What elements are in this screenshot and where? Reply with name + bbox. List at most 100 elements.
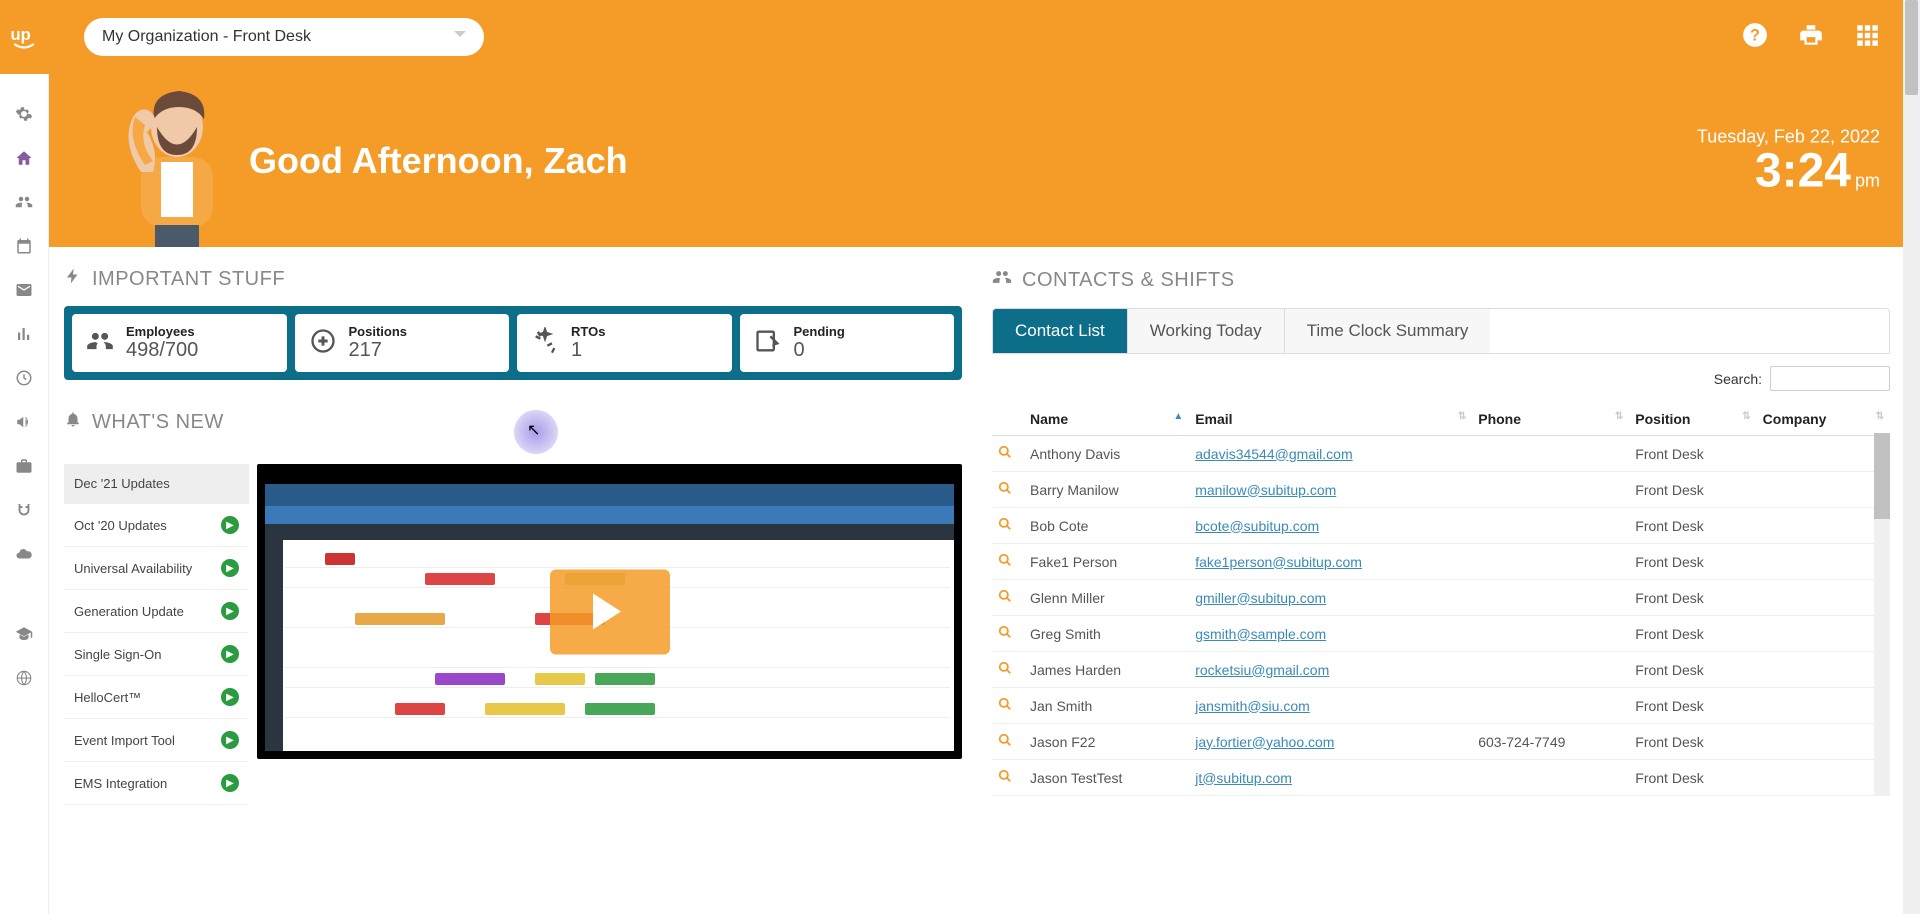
tab-time-clock[interactable]: Time Clock Summary: [1285, 309, 1491, 353]
stat-pending[interactable]: Pending0: [740, 314, 955, 372]
envelope-icon[interactable]: [14, 280, 34, 300]
whatsnew-item[interactable]: Dec '21 Updates: [64, 464, 249, 504]
table-row: Jan Smith jansmith@siu.com Front Desk: [992, 688, 1890, 724]
whatsnew-item[interactable]: Generation Update▶: [64, 590, 249, 633]
magnify-icon[interactable]: [998, 518, 1012, 534]
svg-text:up: up: [11, 26, 31, 44]
bolt-icon: [64, 267, 82, 291]
table-row: Greg Smith gsmith@sample.com Front Desk: [992, 616, 1890, 652]
email-link[interactable]: fake1person@subitup.com: [1195, 554, 1362, 570]
greeting-text: Good Afternoon, Zach: [249, 140, 628, 182]
email-link[interactable]: gmiller@subitup.com: [1195, 590, 1326, 606]
gear-icon[interactable]: [14, 104, 34, 124]
calendar-icon[interactable]: [14, 236, 34, 256]
arrow-icon: ▶: [221, 602, 239, 620]
email-link[interactable]: bcote@subitup.com: [1195, 518, 1319, 534]
sidebar: up: [0, 0, 49, 914]
bell-icon: [64, 410, 82, 434]
logo[interactable]: up: [0, 0, 49, 74]
bullhorn-icon[interactable]: [14, 412, 34, 432]
home-icon[interactable]: [14, 148, 34, 168]
whatsnew-item[interactable]: Single Sign-On▶: [64, 633, 249, 676]
col-position[interactable]: Position⇅: [1629, 403, 1756, 436]
users-icon: [992, 267, 1012, 293]
email-link[interactable]: jay.fortier@yahoo.com: [1195, 734, 1334, 750]
whatsnew-list: Dec '21 UpdatesOct '20 Updates▶Universal…: [64, 464, 249, 805]
chart-icon[interactable]: [14, 324, 34, 344]
stat-rtos[interactable]: RTOs1: [517, 314, 732, 372]
page-scrollbar[interactable]: [1903, 0, 1920, 914]
tab-contact-list[interactable]: Contact List: [993, 309, 1128, 353]
greeting-banner: Good Afternoon, Zach Tuesday, Feb 22, 20…: [49, 74, 1920, 247]
arrow-icon: ▶: [221, 516, 239, 534]
magnify-icon[interactable]: [998, 482, 1012, 498]
magnify-icon[interactable]: [998, 554, 1012, 570]
table-row: Barry Manilow manilow@subitup.com Front …: [992, 472, 1890, 508]
arrow-icon: ▶: [221, 774, 239, 792]
print-icon[interactable]: [1798, 22, 1824, 53]
target-icon: [309, 327, 337, 360]
col-company[interactable]: Company⇅: [1757, 403, 1890, 436]
stat-employees[interactable]: Employees498/700: [72, 314, 287, 372]
svg-text:?: ?: [1750, 26, 1760, 44]
arrow-icon: ▶: [221, 645, 239, 663]
help-icon[interactable]: ?: [1742, 22, 1768, 53]
whatsnew-video[interactable]: [257, 464, 962, 759]
table-scrollbar[interactable]: [1874, 433, 1890, 796]
col-phone[interactable]: Phone⇅: [1472, 403, 1629, 436]
contacts-table: Name▲ Email⇅ Phone⇅ Position⇅ Company⇅ A…: [992, 403, 1890, 796]
magnify-icon[interactable]: [998, 698, 1012, 714]
stat-positions[interactable]: Positions217: [295, 314, 510, 372]
stats-bar: Employees498/700 Positions217 RTOs1 Pend…: [64, 306, 962, 380]
whatsnew-item[interactable]: Universal Availability▶: [64, 547, 249, 590]
globe-icon[interactable]: [14, 668, 34, 688]
table-row: Glenn Miller gmiller@subitup.com Front D…: [992, 580, 1890, 616]
arrow-icon: ▶: [221, 559, 239, 577]
tab-working-today[interactable]: Working Today: [1128, 309, 1285, 353]
top-header: My Organization - Front Desk ?: [49, 0, 1920, 74]
apps-grid-icon[interactable]: [1854, 22, 1880, 53]
table-row: Jason F22 jay.fortier@yahoo.com 603-724-…: [992, 724, 1890, 760]
edit-icon: [754, 327, 782, 360]
table-row: Fake1 Person fake1person@subitup.com Fro…: [992, 544, 1890, 580]
users-icon[interactable]: [14, 192, 34, 212]
magnet-icon[interactable]: [14, 500, 34, 520]
email-link[interactable]: jansmith@siu.com: [1195, 698, 1310, 714]
magnify-icon[interactable]: [998, 590, 1012, 606]
sparkle-icon: [531, 327, 559, 360]
briefcase-icon[interactable]: [14, 456, 34, 476]
search-input[interactable]: [1770, 366, 1890, 391]
whatsnew-item[interactable]: EMS Integration▶: [64, 762, 249, 805]
whatsnew-item[interactable]: Event Import Tool▶: [64, 719, 249, 762]
magnify-icon[interactable]: [998, 734, 1012, 750]
whatsnew-item[interactable]: Oct '20 Updates▶: [64, 504, 249, 547]
graduation-icon[interactable]: [14, 624, 34, 644]
play-icon[interactable]: [550, 569, 670, 654]
table-row: James Harden rocketsiu@gmail.com Front D…: [992, 652, 1890, 688]
col-email[interactable]: Email⇅: [1189, 403, 1472, 436]
email-link[interactable]: manilow@subitup.com: [1195, 482, 1336, 498]
whatsnew-item[interactable]: HelloCert™▶: [64, 676, 249, 719]
magnify-icon[interactable]: [998, 770, 1012, 786]
important-stuff-title: IMPORTANT STUFF: [64, 267, 962, 291]
users-icon: [86, 327, 114, 360]
magnify-icon[interactable]: [998, 662, 1012, 678]
magnify-icon[interactable]: [998, 626, 1012, 642]
email-link[interactable]: rocketsiu@gmail.com: [1195, 662, 1329, 678]
clock-icon[interactable]: [14, 368, 34, 388]
org-selector[interactable]: My Organization - Front Desk: [84, 18, 484, 56]
magnify-icon[interactable]: [998, 446, 1012, 462]
table-row: Bob Cote bcote@subitup.com Front Desk: [992, 508, 1890, 544]
table-row: Jason TestTest jt@subitup.com Front Desk: [992, 760, 1890, 796]
email-link[interactable]: jt@subitup.com: [1195, 770, 1292, 786]
arrow-icon: ▶: [221, 688, 239, 706]
email-link[interactable]: adavis34544@gmail.com: [1195, 446, 1352, 462]
cloud-icon[interactable]: [14, 544, 34, 564]
contacts-tabs: Contact List Working Today Time Clock Su…: [992, 308, 1890, 354]
col-name[interactable]: Name▲: [1024, 403, 1189, 436]
cursor-icon: ↖: [527, 420, 541, 440]
email-link[interactable]: gsmith@sample.com: [1195, 626, 1326, 642]
search-label: Search:: [1714, 371, 1762, 387]
avatar-illustration: [89, 77, 249, 247]
whatsnew-title: WHAT'S NEW ↖: [64, 410, 962, 434]
